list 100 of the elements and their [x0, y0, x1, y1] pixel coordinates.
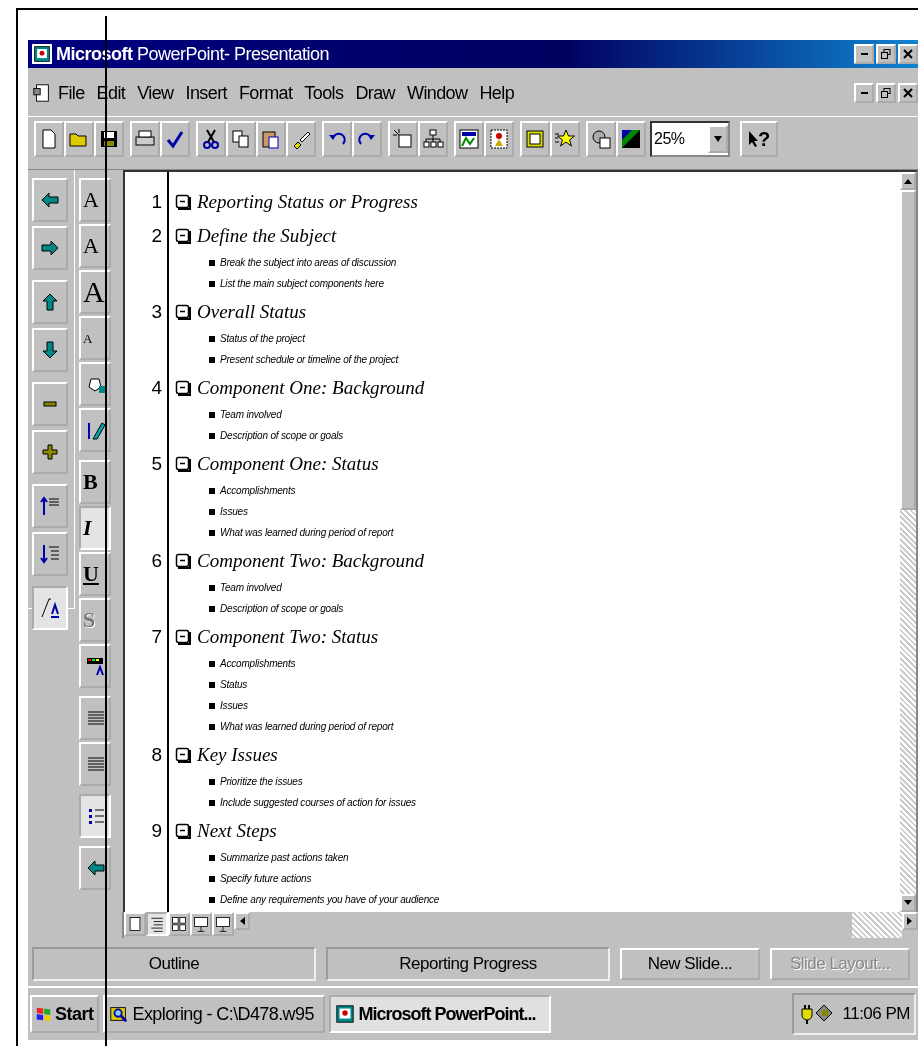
bullet-text[interactable]: Description of scope or goals [220, 430, 344, 441]
toolbar-button[interactable]: A [79, 224, 111, 268]
toolbar-button[interactable] [616, 121, 646, 157]
view-button[interactable] [168, 912, 190, 936]
minimize-button[interactable] [854, 44, 874, 64]
bullet-text[interactable]: Status of the project [220, 333, 305, 344]
toolbar-button[interactable] [32, 484, 68, 528]
bullet-text[interactable]: Present schedule or timeline of the project [220, 354, 399, 365]
toolbar-button[interactable] [256, 121, 286, 157]
toolbar-button[interactable]: A [79, 316, 111, 360]
toolbar-button[interactable] [352, 121, 382, 157]
toolbar-button[interactable] [79, 794, 111, 838]
view-button[interactable] [212, 912, 234, 936]
bullet-text[interactable]: List the main subject components here [220, 278, 384, 289]
restore-button[interactable] [876, 44, 896, 64]
toolbar-button[interactable] [454, 121, 484, 157]
bullet-text[interactable]: Accomplishments [220, 485, 296, 496]
toolbar-button[interactable] [32, 586, 68, 630]
status-button[interactable]: New Slide... [620, 948, 760, 980]
taskbar-button[interactable]: Microsoft PowerPoint... [328, 995, 551, 1033]
bullet-text[interactable]: Break the subject into areas of discussion [220, 257, 397, 268]
toolbar-button[interactable] [550, 121, 580, 157]
toolbar-button[interactable] [226, 121, 256, 157]
bullet-text[interactable]: Team involved [220, 409, 282, 420]
slide-title[interactable]: Component One: Status [197, 453, 379, 475]
bullet-text[interactable]: Define any requirements you have of your audience [220, 894, 440, 905]
restore-button[interactable] [876, 83, 896, 103]
toolbar-button[interactable] [79, 408, 111, 452]
bullet-text[interactable]: Specify future actions [220, 873, 312, 884]
menu-item[interactable]: Format [238, 82, 293, 104]
slide-title[interactable]: Reporting Status or Progress [197, 191, 418, 213]
toolbar-button[interactable] [322, 121, 352, 157]
slide-title[interactable]: Component One: Background [197, 377, 425, 399]
magnifier-folder-icon [108, 1004, 129, 1024]
toolbar-button[interactable] [32, 226, 68, 270]
toolbar-button[interactable] [130, 121, 160, 157]
toolbar-button[interactable] [79, 742, 111, 786]
menu-item[interactable]: Tools [304, 82, 344, 104]
toolbar-button[interactable] [34, 121, 64, 157]
slide-title[interactable]: Overall Status [197, 301, 307, 323]
toolbar-button[interactable]: A [79, 178, 111, 222]
close-button[interactable] [898, 83, 918, 103]
slide-title[interactable]: Key Issues [197, 744, 278, 766]
toolbar-button[interactable] [418, 121, 448, 157]
menu-item[interactable]: File [58, 82, 85, 104]
horizontal-scrollbar[interactable] [234, 912, 918, 938]
slide-title[interactable]: Component Two: Background [197, 550, 424, 572]
toolbar-button[interactable] [79, 644, 111, 688]
toolbar-button[interactable] [32, 178, 68, 222]
bullet-text[interactable]: Prioritize the issues [220, 776, 303, 787]
bullet-text[interactable]: Description of scope or goals [220, 603, 344, 614]
toolbar-button[interactable] [79, 846, 111, 890]
toolbar-button[interactable] [32, 280, 68, 324]
toolbar-button[interactable] [32, 382, 68, 426]
menu-item[interactable]: Window [407, 82, 468, 104]
view-button[interactable] [190, 912, 212, 936]
toolbar-button[interactable]: U [79, 552, 111, 596]
scroll-thumb[interactable] [852, 912, 902, 938]
minimize-button[interactable] [854, 83, 874, 103]
toolbar-button[interactable] [32, 430, 68, 474]
bullet-text[interactable]: Include suggested courses of action for issues [220, 797, 416, 808]
slide-title[interactable]: Next Steps [197, 820, 277, 842]
toolbar-button[interactable] [586, 121, 616, 157]
toolbar-button[interactable]: I [79, 506, 111, 550]
bullet-text[interactable]: What was learned during period of report [220, 527, 394, 538]
toolbar-button[interactable] [32, 328, 68, 372]
bullet-text[interactable]: Status [220, 679, 248, 690]
menu-item[interactable]: Draw [355, 82, 395, 104]
vertical-scrollbar[interactable] [900, 172, 916, 912]
toolbar-button[interactable] [79, 696, 111, 740]
view-button[interactable] [124, 912, 146, 936]
toolbar-button[interactable]: A [79, 270, 111, 314]
slide-title[interactable]: Define the Subject [197, 225, 337, 247]
bullet-text[interactable]: Issues [220, 506, 248, 517]
bullet-text[interactable]: Summarize past actions taken [220, 852, 349, 863]
slide-title[interactable]: Component Two: Status [197, 626, 379, 648]
zoom-dropdown[interactable]: 25% [650, 121, 730, 157]
bullet-text[interactable]: Team involved [220, 582, 282, 593]
bullet-text[interactable]: What was learned during period of report [220, 721, 394, 732]
start-button[interactable]: Start [30, 995, 99, 1033]
taskbar-button[interactable]: Exploring - C:\D478.w95 [102, 995, 325, 1033]
toolbar-button[interactable] [196, 121, 226, 157]
toolbar-button[interactable] [286, 121, 316, 157]
toolbar-button[interactable] [484, 121, 514, 157]
menu-item[interactable]: Insert [185, 82, 227, 104]
help-button[interactable]: ? [740, 121, 778, 157]
toolbar-button[interactable] [520, 121, 550, 157]
toolbar-button[interactable] [32, 532, 68, 576]
menu-item[interactable]: Help [479, 82, 515, 104]
toolbar-button[interactable]: B [79, 460, 111, 504]
toolbar-button[interactable] [64, 121, 94, 157]
bullet-text[interactable]: Issues [220, 700, 248, 711]
toolbar-button[interactable] [94, 121, 124, 157]
view-button[interactable] [146, 912, 168, 936]
bullet-text[interactable]: Accomplishments [220, 658, 296, 669]
toolbar-button[interactable] [79, 362, 111, 406]
toolbar-button[interactable] [388, 121, 418, 157]
menu-item[interactable]: View [137, 82, 174, 104]
toolbar-button[interactable] [160, 121, 190, 157]
close-button[interactable] [898, 44, 918, 64]
